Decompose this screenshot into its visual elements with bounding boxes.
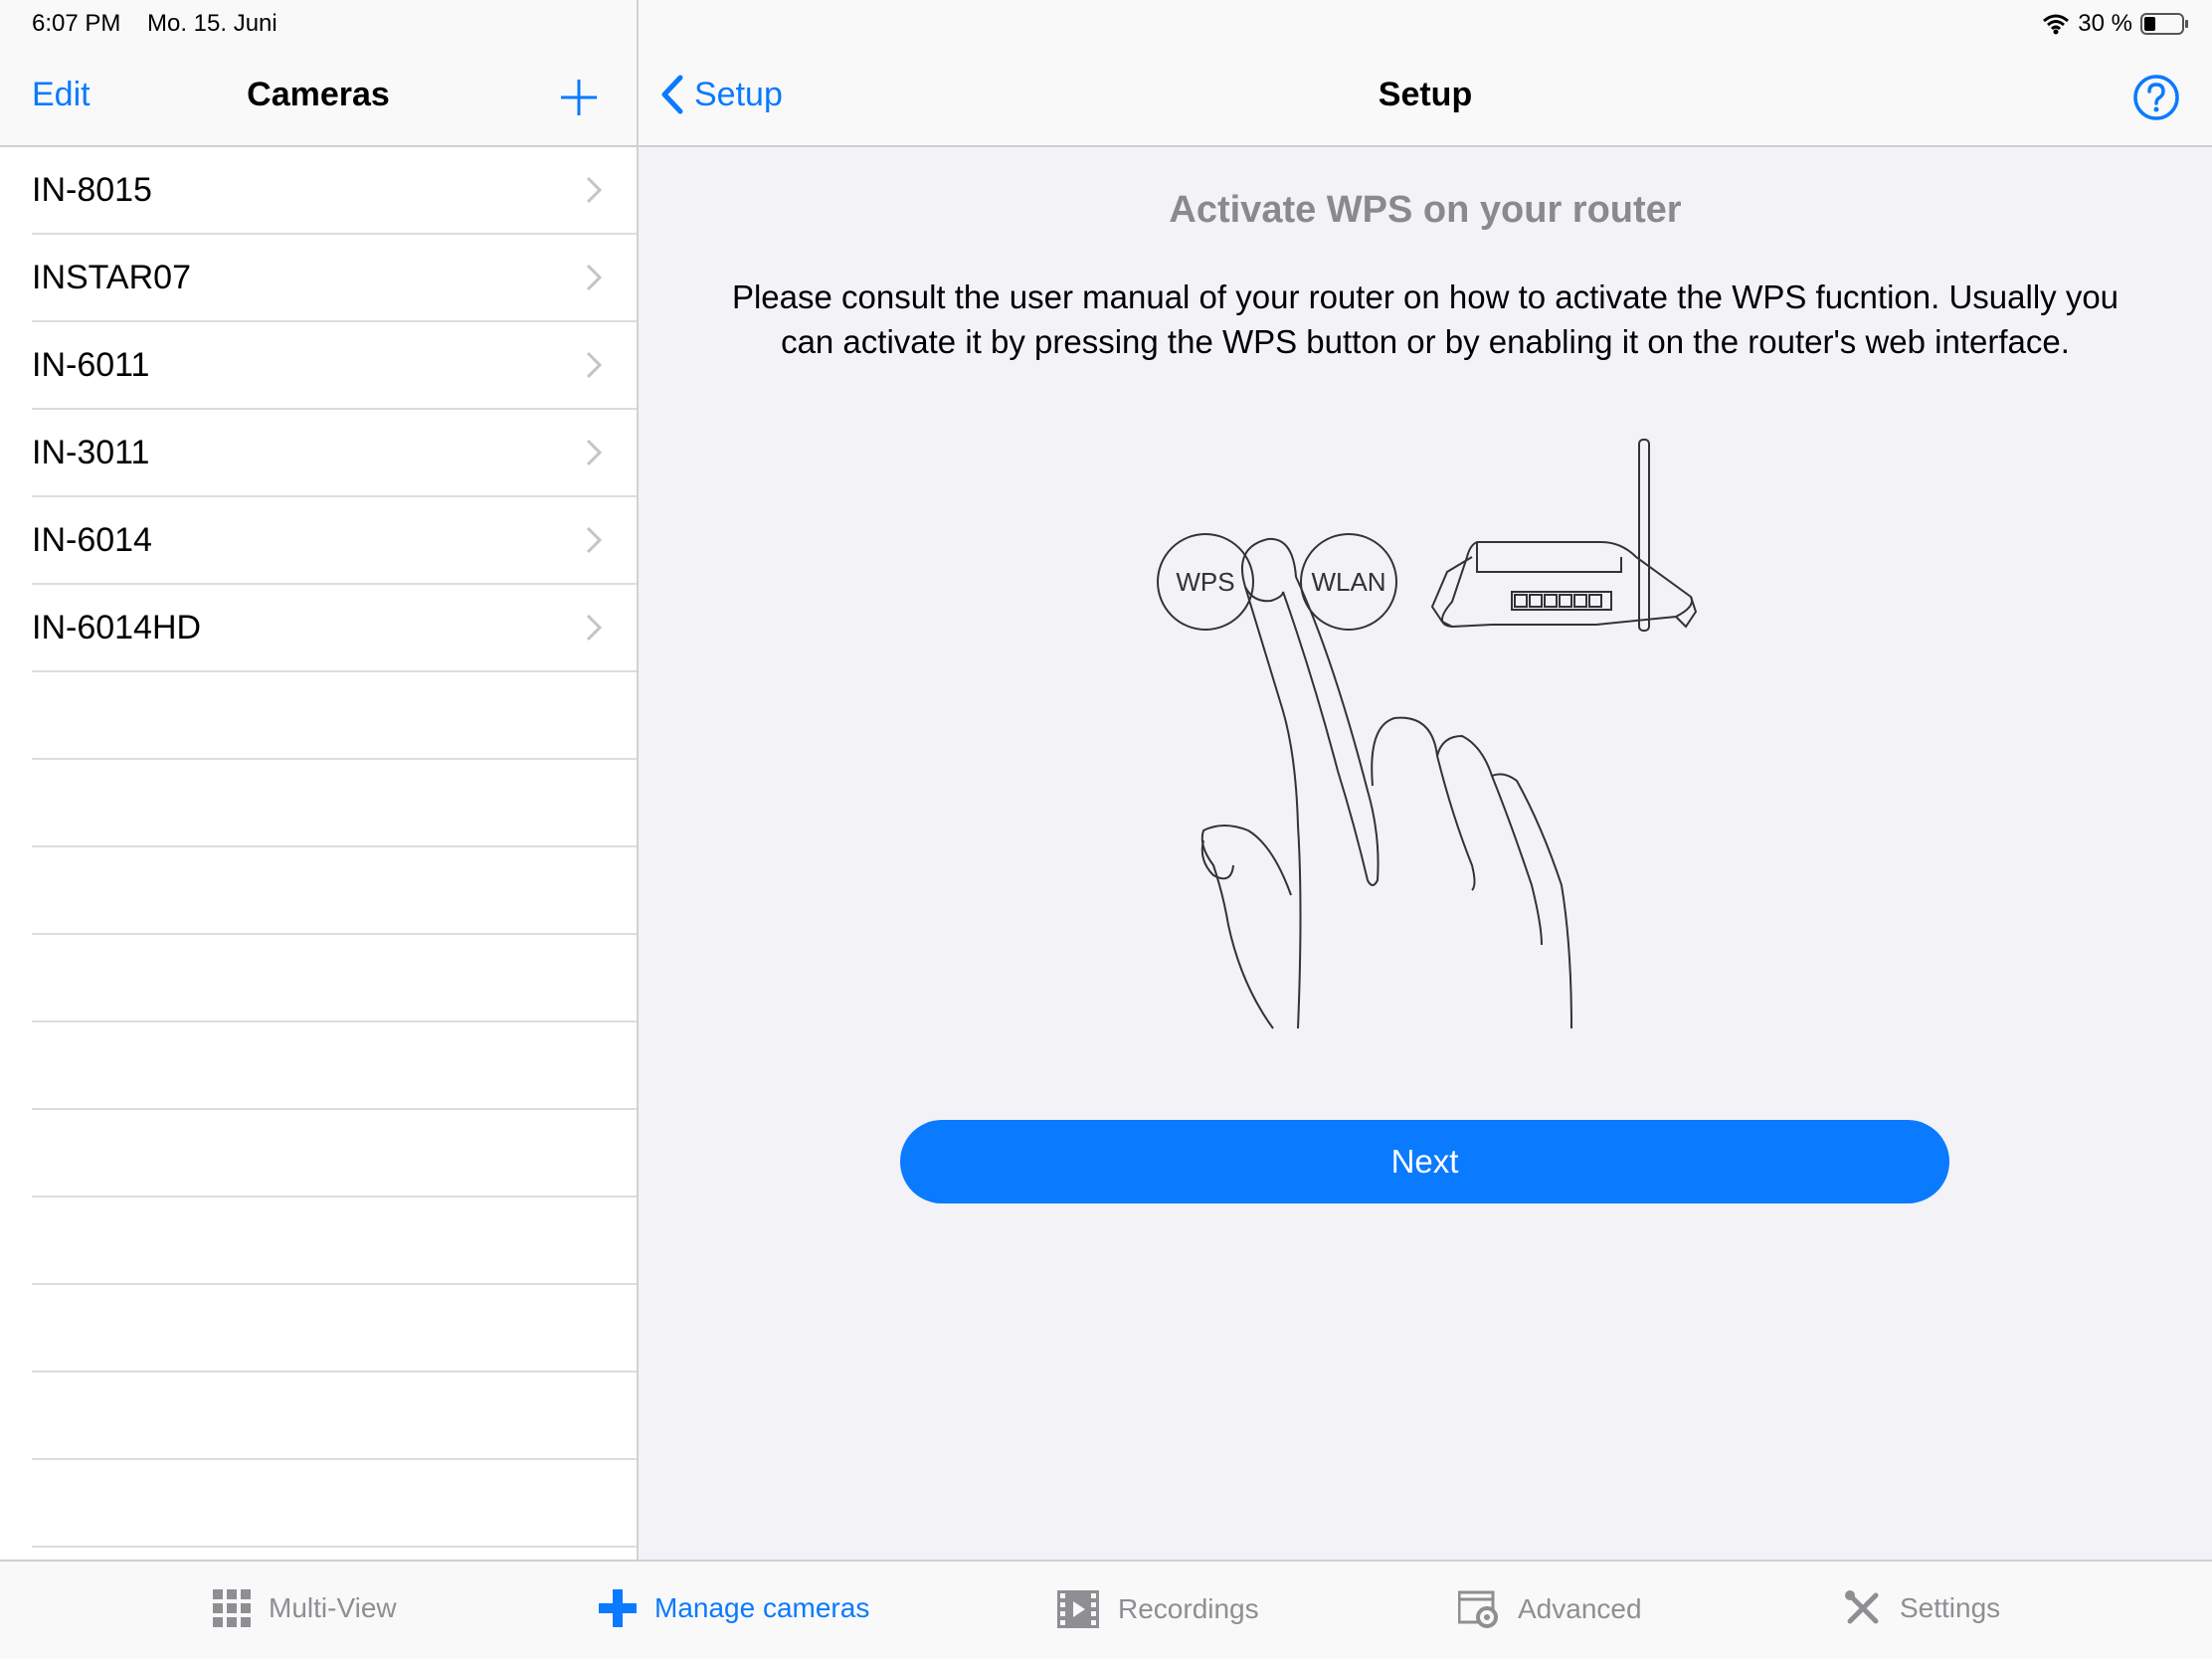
chevron-right-icon [586,614,603,642]
battery-percentage: 30 % [2078,10,2132,37]
help-button[interactable] [2132,74,2180,121]
camera-name: IN-6011 [32,346,150,384]
camera-list: IN-8015 INSTAR07 IN-6011 IN-3011 IN-6014… [0,147,637,1548]
empty-row [32,1373,637,1460]
plus-icon [599,1589,637,1627]
chevron-right-icon [586,439,603,466]
empty-row [32,847,637,935]
chevron-right-icon [586,526,603,554]
grid-icon [213,1589,251,1627]
battery-icon [2140,13,2188,35]
camera-name: IN-8015 [32,171,152,209]
tab-recordings[interactable]: Recordings [1056,1589,1259,1629]
camera-row-in-6011[interactable]: IN-6011 [32,322,637,410]
setup-title: Setup [1378,76,1473,113]
window-gear-icon [1458,1590,1498,1628]
wps-instructions: Please consult the user manual of your r… [696,275,2154,364]
empty-row [32,1022,637,1110]
empty-row [32,1110,637,1198]
empty-row [32,672,637,760]
next-button[interactable]: Next [900,1120,1949,1203]
tab-label: Manage cameras [654,1592,870,1623]
camera-name: IN-3011 [32,434,150,471]
pane-divider [637,0,639,1560]
detail-navigation-bar: 30 % Setup Setup [639,0,2212,147]
router-antenna [1638,439,1650,632]
instructions-line-2: can activate it by pressing the WPS butt… [781,323,2070,360]
chevron-right-icon [586,176,603,204]
camera-row-instar07[interactable]: INSTAR07 [32,235,637,322]
wifi-icon [2043,14,2070,35]
status-date: Mo. 15. Juni [147,10,277,37]
empty-row [32,935,637,1022]
tab-manage-cameras[interactable]: Manage cameras [599,1589,869,1627]
empty-row [32,760,637,847]
wps-label: WPS [1176,567,1234,597]
tab-label: Settings [1900,1592,2001,1623]
camera-name: IN-6014 [32,521,152,559]
tab-label: Advanced [1518,1593,1642,1624]
camera-row-in-6014[interactable]: IN-6014 [32,497,637,585]
tab-label: Recordings [1118,1593,1259,1624]
master-navigation-bar: 6:07 PM Mo. 15. Juni Edit Cameras [0,0,637,147]
router-drawing [1430,439,1698,632]
camera-row-in-3011[interactable]: IN-3011 [32,410,637,497]
question-circle-icon [2133,75,2179,120]
camera-name: INSTAR07 [32,259,191,296]
wlan-label: WLAN [1311,567,1385,597]
plus-icon [561,80,597,115]
empty-row [32,1285,637,1373]
add-camera-button[interactable] [557,76,601,119]
tab-advanced[interactable]: Advanced [1458,1589,1642,1629]
camera-name: IN-6014HD [32,609,202,646]
camera-row-in-6014hd[interactable]: IN-6014HD [32,585,637,672]
tab-bar: Multi-View Manage cameras Recordings Adv… [0,1560,2212,1659]
empty-row [32,1198,637,1285]
camera-row-in-8015[interactable]: IN-8015 [32,147,637,235]
tab-multi-view[interactable]: Multi-View [213,1589,397,1627]
cameras-title: Cameras [247,76,390,113]
camera-list-pane: 6:07 PM Mo. 15. Juni Edit Cameras IN-801… [0,0,637,1560]
film-icon [1057,1590,1099,1628]
hand-drawing [1200,537,1572,1029]
tab-label: Multi-View [269,1592,397,1623]
wps-router-illustration: WPS WLAN [1157,439,1698,1029]
status-time: 6:07 PM [32,10,121,37]
chevron-right-icon [586,351,603,379]
status-indicators: 30 % [2042,10,2190,38]
tools-icon [1845,1590,1879,1624]
instructions-line-1: Please consult the user manual of your r… [731,278,2120,315]
wps-heading: Activate WPS on your router [1169,189,1682,231]
tab-settings[interactable]: Settings [1844,1589,2000,1627]
empty-row [32,1460,637,1548]
chevron-right-icon [586,264,603,291]
